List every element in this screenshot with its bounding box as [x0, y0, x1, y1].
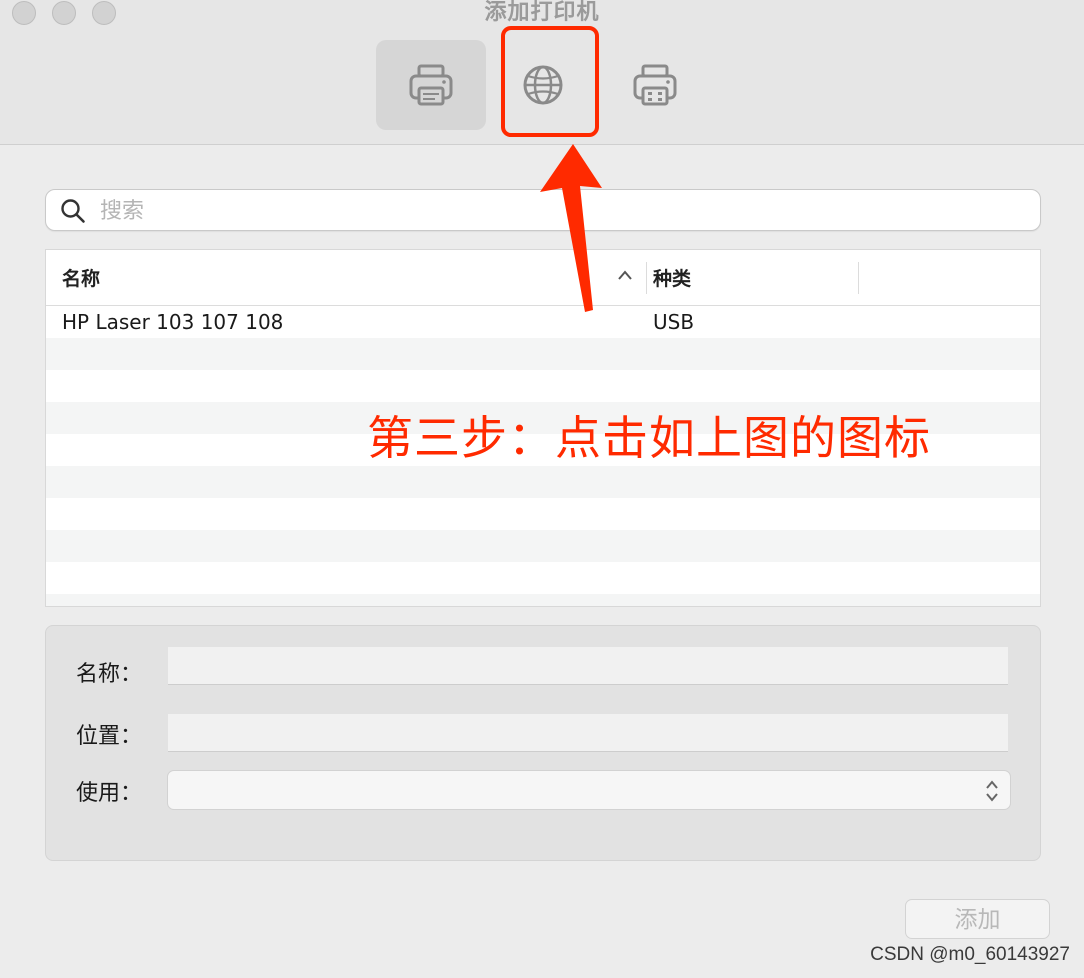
table-row-empty	[46, 338, 1040, 370]
table-row-empty	[46, 466, 1040, 498]
column-divider[interactable]	[646, 262, 647, 294]
chevron-up-down-icon	[986, 780, 998, 802]
annotation-highlight-box	[501, 26, 599, 137]
column-header-name[interactable]: 名称	[62, 264, 100, 291]
location-field[interactable]	[168, 714, 1008, 752]
printer-kind-cell: USB	[653, 310, 695, 334]
watermark: CSDN @m0_60143927	[870, 944, 1070, 965]
table-row-empty	[46, 594, 1040, 606]
tab-default-printers[interactable]	[376, 40, 486, 130]
use-driver-select[interactable]	[167, 770, 1011, 810]
table-row-empty	[46, 370, 1040, 402]
table-row-empty	[46, 498, 1040, 530]
column-divider[interactable]	[858, 262, 859, 294]
table-row-empty	[46, 562, 1040, 594]
table-row-empty	[46, 530, 1040, 562]
search-icon	[61, 199, 85, 223]
printer-default-icon	[409, 64, 453, 106]
printer-details-panel: 名称： 位置： 使用：	[45, 625, 1041, 861]
printer-name-cell: HP Laser 103 107 108	[62, 310, 284, 334]
add-button[interactable]: 添加	[905, 899, 1050, 939]
tab-windows-printers[interactable]	[600, 40, 710, 130]
printer-windows-icon	[633, 64, 677, 106]
use-label: 使用：	[76, 781, 143, 806]
column-header-kind[interactable]: 种类	[653, 264, 691, 291]
annotation-text: 第三步：点击如上图的图标	[367, 411, 931, 465]
location-label: 位置：	[76, 724, 143, 749]
name-label: 名称：	[76, 662, 143, 687]
name-field[interactable]	[168, 647, 1008, 685]
annotation-arrow	[540, 144, 602, 312]
window-title: 添加打印机	[484, 0, 600, 25]
